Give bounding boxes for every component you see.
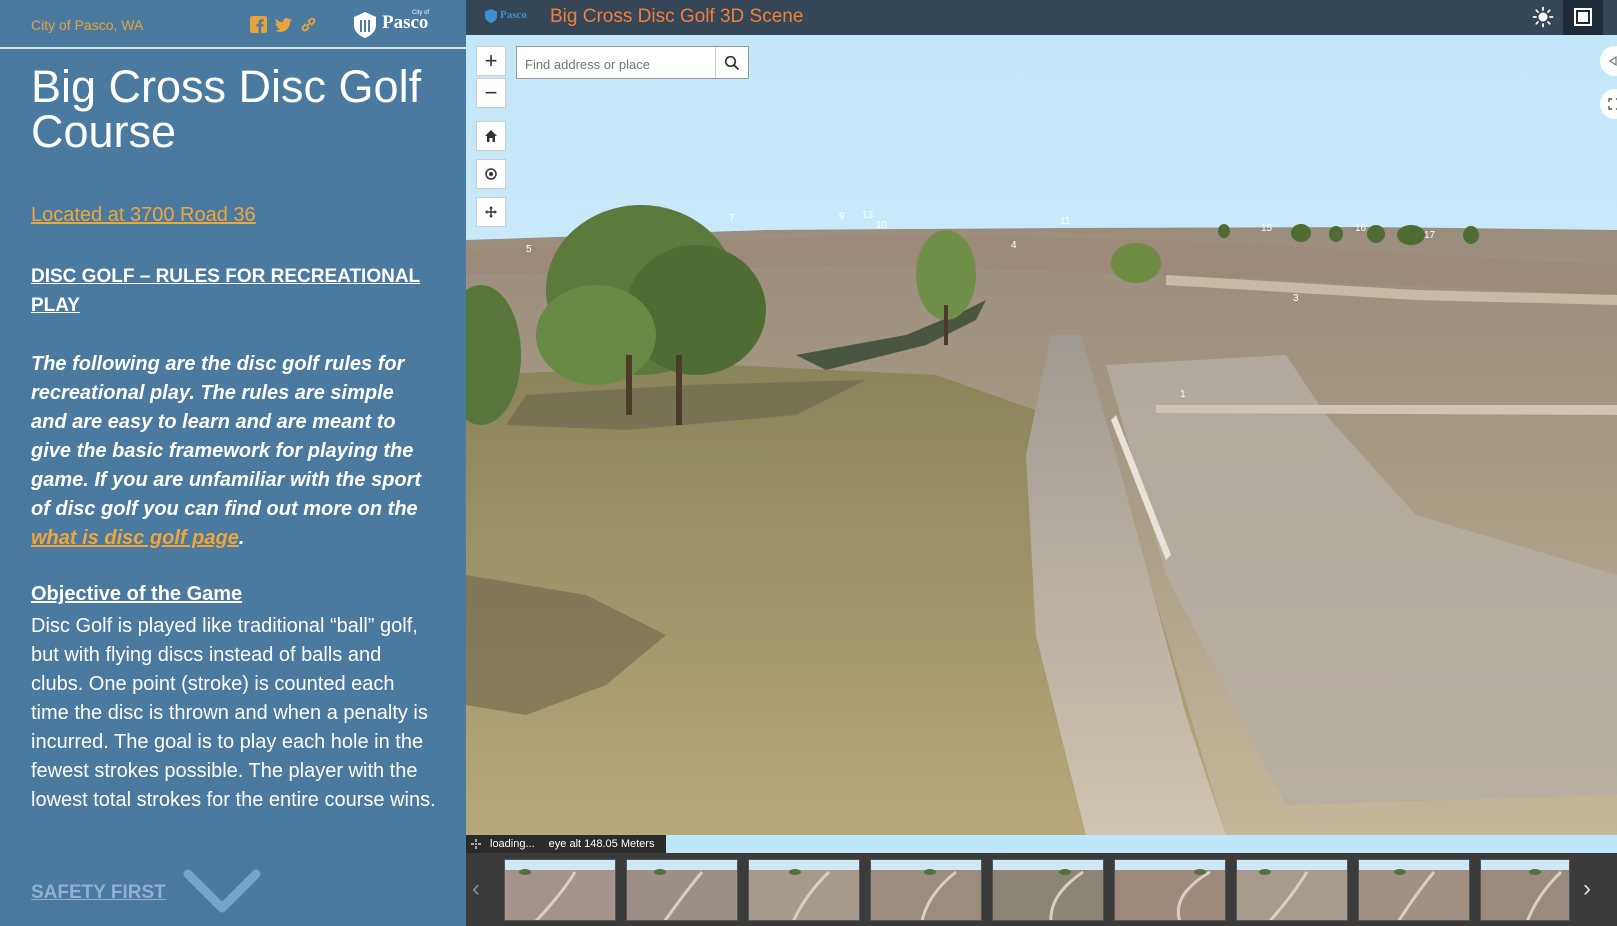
scene-title: Big Cross Disc Golf 3D Scene: [550, 6, 804, 27]
panel-toggle-button[interactable]: [1563, 0, 1603, 35]
next-slide-arrow[interactable]: ›: [1583, 875, 1591, 903]
city-name: City of Pasco, WA: [31, 17, 144, 33]
search-box[interactable]: [516, 46, 749, 79]
hole-label: 5: [526, 244, 532, 255]
locate-button[interactable]: [476, 159, 506, 189]
panel-content: Big Cross Disc Golf Course Located at 37…: [31, 61, 436, 903]
slide-filmstrip: ‹ ›: [466, 853, 1617, 926]
home-button[interactable]: [476, 121, 506, 151]
rules-heading: DISC GOLF – RULES FOR RECREATIONAL PLAY: [31, 266, 421, 316]
eye-altitude: eye alt 148.05 Meters: [548, 838, 655, 850]
topbar-logo-text: Pasco: [500, 9, 527, 21]
hole-label: 1: [1180, 389, 1186, 400]
hole-label: 4: [1011, 240, 1017, 251]
prev-slide-arrow[interactable]: ‹: [472, 875, 480, 903]
panel-header: City of Pasco, WA City of Pasco: [0, 0, 466, 49]
facebook-icon[interactable]: [250, 16, 267, 33]
sun-icon[interactable]: [1532, 6, 1554, 28]
slide-thumbnail[interactable]: [1358, 859, 1470, 921]
location-link[interactable]: Located at 3700 Road 36: [31, 204, 256, 227]
slide-thumbnail[interactable]: [748, 859, 860, 921]
hole-label: 10: [876, 220, 888, 231]
story-panel: City of Pasco, WA City of Pasco Big Cros…: [0, 0, 466, 926]
fullscreen-panel-icon: [1574, 8, 1592, 26]
slide-thumbnail[interactable]: [1236, 859, 1348, 921]
hole-label: 7: [729, 213, 735, 224]
hole-label: 3: [1293, 293, 1299, 304]
zoom-out-button[interactable]: −: [476, 78, 506, 108]
safety-first-link[interactable]: SAFETY FIRST: [31, 882, 166, 904]
slide-thumbnail[interactable]: [870, 859, 982, 921]
crosshair-icon: [471, 839, 481, 849]
search-input[interactable]: [523, 53, 717, 75]
scene-viewer[interactable]: Pasco Big Cross Disc Golf 3D Scene 5 7 9…: [466, 0, 1617, 926]
intro-text: The following are the disc golf rules fo…: [31, 353, 422, 520]
thumbnail-image: [1481, 860, 1569, 920]
intro-paragraph: The following are the disc golf rules fo…: [31, 350, 431, 553]
zoom-out-label: −: [484, 80, 498, 105]
hole-label: 15: [1261, 223, 1273, 234]
hole-label: 13: [862, 210, 874, 221]
pasco-logo: City of Pasco: [352, 9, 432, 39]
pan-icon: [485, 206, 497, 218]
thumbnail-image: [505, 860, 615, 920]
status-bar: loading... eye alt 148.05 Meters: [466, 835, 667, 853]
3d-scene-canvas[interactable]: 5 7 9 13 10 11 4 15 16 17 3 1: [466, 35, 1617, 835]
arrow-left-icon: [1608, 56, 1617, 66]
slide-thumbnail[interactable]: [992, 859, 1104, 921]
search-icon: [724, 55, 740, 70]
twitter-icon[interactable]: [275, 16, 292, 33]
hole-label: 11: [1060, 216, 1071, 227]
slide-thumbnail[interactable]: [626, 859, 738, 921]
slide-thumbnail[interactable]: [1480, 859, 1570, 921]
pan-button[interactable]: [476, 197, 506, 227]
slide-thumbnail[interactable]: [1114, 859, 1226, 921]
zoom-in-label: +: [484, 48, 498, 73]
page-title: Big Cross Disc Golf Course: [31, 61, 422, 157]
hole-label: 16: [1355, 223, 1367, 234]
thumbnail-image: [627, 860, 737, 920]
thumbnail-image: [1237, 860, 1347, 920]
hole-label: 9: [839, 211, 845, 222]
link-icon[interactable]: [300, 16, 317, 33]
thumbnail-image: [993, 860, 1103, 920]
search-button[interactable]: [715, 47, 748, 78]
shield-icon: [354, 12, 376, 38]
home-icon: [485, 130, 497, 142]
scene-topbar: Pasco Big Cross Disc Golf 3D Scene: [466, 0, 1617, 35]
objective-text: Disc Golf is played like traditional “ba…: [31, 615, 436, 811]
fullscreen-icon: [1608, 98, 1617, 110]
loading-status: loading...: [490, 838, 535, 850]
logo-text: Pasco: [382, 12, 429, 33]
zoom-in-button[interactable]: +: [476, 46, 506, 76]
thumbnail-image: [871, 860, 981, 920]
intro-end: .: [238, 527, 245, 549]
thumbnail-image: [1115, 860, 1225, 920]
scroll-down-chevron-icon[interactable]: [182, 866, 262, 916]
objective-heading: Objective of the Game: [31, 583, 243, 605]
thumbnail-image: [749, 860, 859, 920]
what-is-disc-golf-link[interactable]: what is disc golf page: [31, 527, 239, 549]
locate-icon: [485, 168, 497, 180]
slide-thumbnail[interactable]: [504, 859, 616, 921]
hole-label: 17: [1424, 230, 1436, 241]
thumbnail-image: [1359, 860, 1469, 920]
